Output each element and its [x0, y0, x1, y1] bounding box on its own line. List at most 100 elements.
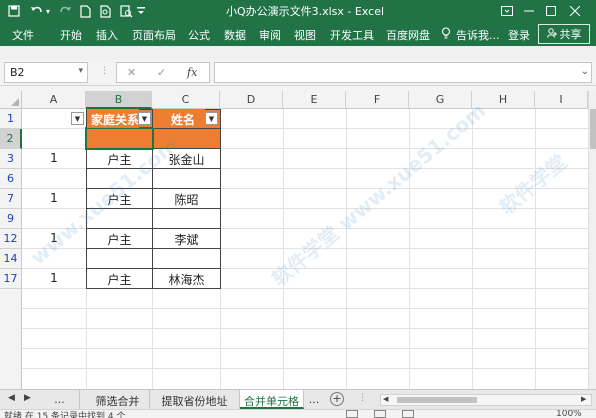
tab-formulas[interactable]: 公式	[188, 27, 210, 43]
name-box[interactable]: B2 ▾	[4, 62, 88, 83]
tab-sheet[interactable]: 筛选合并	[86, 390, 150, 409]
ribbon-display-options-icon[interactable]	[498, 2, 516, 20]
row-header[interactable]: 17	[0, 269, 22, 289]
tell-me-search[interactable]: 告诉我...	[456, 27, 500, 43]
column-header-c[interactable]: C	[152, 91, 220, 109]
name-box-value: B2	[10, 66, 25, 79]
prev-sheet-icon[interactable]: ◀	[8, 393, 15, 403]
expand-formula-bar-icon[interactable]: ⌄	[581, 66, 589, 77]
tab-insert[interactable]: 插入	[96, 27, 118, 43]
undo-dropdown-icon[interactable]: ▾	[46, 3, 50, 19]
minimize-icon[interactable]	[520, 2, 538, 20]
page-break-view-icon[interactable]	[402, 410, 414, 418]
column-header-g[interactable]: G	[409, 91, 472, 109]
vertical-scroll-thumb[interactable]	[590, 109, 596, 149]
tab-developer[interactable]: 开发工具	[330, 27, 374, 43]
share-label: 共享	[559, 28, 582, 41]
row-header[interactable]: 1	[0, 109, 22, 129]
worksheet-grid[interactable]: 家庭关系 姓名 ▼ ▼ ▼ 1 户主 张金山 1 户主 陈昭 1 户主 李斌 1…	[22, 98, 588, 389]
zoom-level[interactable]: 100%	[556, 410, 582, 418]
next-sheet-icon[interactable]: ▶	[24, 393, 31, 403]
tab-sheet[interactable]: 提取省份地址	[150, 390, 240, 409]
row-header[interactable]: 9	[0, 209, 22, 229]
column-header-e[interactable]: E	[283, 91, 346, 109]
row-header[interactable]: 14	[0, 249, 22, 269]
horizontal-scrollbar[interactable]: ◀ ▶	[380, 394, 592, 406]
cell-a[interactable]: 1	[22, 269, 86, 289]
cell-b[interactable]: 户主	[87, 189, 152, 209]
sheet-tab-bar: ◀ ▶ ... 筛选合并 提取省份地址 合并单元格 ... + ⋮ ◀ ▶	[0, 389, 596, 409]
row-header-empty	[0, 289, 22, 389]
title-bar: ▾ 小Q办公演示文件3.xlsx - Excel	[0, 0, 596, 22]
chevron-down-icon[interactable]: ▾	[78, 66, 83, 76]
cell-b[interactable]: 户主	[87, 269, 152, 289]
tab-view[interactable]: 视图	[294, 27, 316, 43]
tab-sheet-active[interactable]: 合并单元格	[240, 390, 304, 409]
row-header[interactable]: 12	[0, 229, 22, 249]
page-layout-view-icon[interactable]	[374, 410, 386, 418]
select-all-corner[interactable]	[0, 91, 22, 109]
status-bar: 就绪 在 15 条记录中找到 4 个 100%	[0, 409, 596, 418]
undo-icon[interactable]	[30, 3, 44, 19]
share-button[interactable]: 共享	[538, 24, 590, 44]
lightbulb-icon	[441, 27, 451, 42]
header-cell-name[interactable]: 姓名	[153, 109, 205, 128]
filter-active-b-icon[interactable]: ▼	[138, 112, 151, 125]
save-icon[interactable]	[8, 3, 20, 19]
login-link[interactable]: 登录	[508, 27, 530, 43]
row-header[interactable]: 3	[0, 149, 22, 169]
vertical-scrollbar[interactable]	[588, 91, 596, 389]
column-header-i[interactable]: I	[535, 91, 588, 109]
cell-b[interactable]: 户主	[87, 229, 152, 249]
row-header[interactable]: 7	[0, 189, 22, 209]
cell-c[interactable]: 林海杰	[153, 269, 220, 289]
column-header-f[interactable]: F	[346, 91, 409, 109]
maximize-icon[interactable]	[542, 2, 560, 20]
column-header-a[interactable]: A	[22, 91, 86, 109]
column-header-h[interactable]: H	[472, 91, 535, 109]
customize-toolbar-icon[interactable]	[136, 3, 146, 19]
normal-view-icon[interactable]	[346, 410, 358, 418]
filter-dropdown-c-icon[interactable]: ▼	[205, 112, 218, 125]
close-icon[interactable]	[566, 2, 584, 20]
cancel-icon[interactable]: ✕	[127, 66, 136, 79]
tab-baidu-netdisk[interactable]: 百度网盘	[386, 27, 430, 43]
row-header[interactable]: 6	[0, 169, 22, 189]
redo-icon[interactable]	[58, 3, 72, 19]
tab-split-grip-icon[interactable]: ⋮	[358, 393, 367, 403]
row-header-selected[interactable]: 2	[0, 129, 22, 149]
select-all-icon	[11, 98, 19, 106]
filter-dropdown-a-icon[interactable]: ▼	[71, 112, 84, 125]
header-cell-family-relation[interactable]: 家庭关系	[87, 109, 139, 128]
horizontal-scroll-thumb[interactable]	[397, 397, 477, 403]
tab-data[interactable]: 数据	[224, 27, 246, 43]
insert-function-icon[interactable]: fx	[187, 66, 197, 79]
column-header-b[interactable]: B	[86, 91, 152, 109]
column-header-d[interactable]: D	[220, 91, 283, 109]
enter-icon[interactable]: ✓	[157, 66, 166, 79]
formula-buttons: ✕ ✓ fx	[116, 62, 210, 83]
formula-bar-grip-icon[interactable]: ⋮	[100, 66, 109, 76]
window-title: 小Q办公演示文件3.xlsx - Excel	[225, 5, 385, 18]
person-icon	[546, 27, 557, 41]
add-sheet-button[interactable]: +	[330, 392, 344, 406]
formula-input[interactable]: ⌄	[214, 62, 592, 83]
more-sheets-button[interactable]: ...	[40, 390, 80, 409]
cell-a[interactable]: 1	[22, 149, 86, 169]
tab-review[interactable]: 审阅	[259, 27, 281, 43]
scroll-right-icon[interactable]: ▶	[581, 395, 586, 403]
cell-c[interactable]: 李斌	[153, 229, 220, 249]
more-sheets-button[interactable]: ...	[304, 390, 324, 409]
scroll-left-icon[interactable]: ◀	[383, 395, 388, 403]
cell-b[interactable]: 户主	[87, 149, 152, 169]
print-preview-icon[interactable]	[120, 3, 133, 19]
cell-a[interactable]: 1	[22, 229, 86, 249]
cell-c[interactable]: 陈昭	[153, 189, 220, 209]
cell-c[interactable]: 张金山	[153, 149, 220, 169]
tab-home[interactable]: 开始	[60, 27, 82, 43]
cell-a[interactable]: 1	[22, 189, 86, 209]
open-file-icon[interactable]	[100, 3, 111, 19]
tab-file[interactable]: 文件	[12, 27, 34, 43]
new-document-icon[interactable]	[80, 3, 91, 19]
tab-page-layout[interactable]: 页面布局	[132, 27, 176, 43]
